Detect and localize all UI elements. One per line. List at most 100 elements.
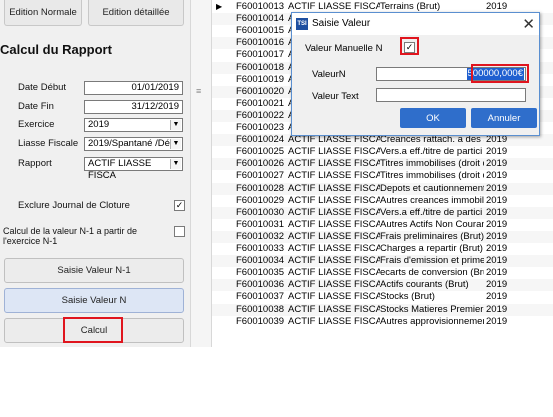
table-row[interactable]: F60010034 ACTIF LIASSE FISCAL Frais d'emis… (212, 255, 553, 268)
dialog-titlebar[interactable]: TSI Saisie Valeur ✕ (292, 13, 539, 35)
grid-cell-type: ACTIF LIASSE FISCAL (288, 243, 380, 254)
grid-cell-year: 2019 (486, 279, 508, 291)
grid-cell-year: 2019 (486, 206, 508, 218)
report-panel: Edition Normale Edition détaillée Calcul… (0, 0, 190, 347)
valeur-text-field[interactable] (376, 88, 526, 102)
table-row[interactable]: F60010027 ACTIF LIASSE FISCAL Titres immob… (212, 170, 553, 182)
saisie-valeur-n1-button[interactable]: Saisie Valeur N-1 (4, 258, 184, 283)
table-row[interactable]: F60010035 ACTIF LIASSE FISCAL ecarts de co… (212, 267, 553, 279)
grid-cell-year: 2019 (486, 267, 508, 279)
table-row[interactable]: F60010026 ACTIF LIASSE FISCAL Titres immob… (212, 158, 553, 171)
valeur-manuelle-label: Valeur Manuelle N (305, 43, 383, 54)
grid-cell-lib: Autres creances immobilis (380, 194, 484, 206)
grid-cell-lib: Depots et cautionnements (380, 182, 484, 194)
grid-cell-lib: Vers.a eff./titre de partici (380, 206, 483, 218)
calcul-n1-label: Calcul de la valeur N-1 a partir de l'ex… (3, 226, 138, 246)
exercice-label: Exercice (18, 119, 55, 130)
table-row[interactable]: F60010031 ACTIF LIASSE FISCAL Autres Actif… (212, 219, 553, 231)
rapport-value: ACTIF LIASSE FISCA (88, 158, 152, 181)
page-title: Calcul du Rapport (0, 42, 112, 57)
edition-detaillee-button[interactable]: Edition détaillée (88, 0, 184, 26)
grid-cell-year: 2019 (486, 170, 508, 182)
valeur-text-label: Valeur Text (312, 91, 359, 102)
table-row[interactable]: F60010033 ACTIF LIASSE FISCAL Charges a re… (212, 243, 553, 255)
date-fin-field[interactable]: 31/12/2019 (84, 100, 183, 114)
grid-cell-type: ACTIF LIASSE FISCAL (288, 206, 380, 218)
table-row[interactable]: F60010038 ACTIF LIASSE FISCAL Stocks Matie… (212, 303, 553, 316)
grid-cell-type: ACTIF LIASSE FISCAL (288, 267, 380, 279)
grid-cell-lib: Titres immobilises (droit d (380, 158, 484, 170)
liasse-label: Liasse Fiscale (18, 138, 79, 149)
checkbox-highlight (400, 37, 419, 55)
annuler-button[interactable]: Annuler (471, 108, 537, 128)
grid-cell-year: 2019 (486, 218, 508, 230)
grid-cell-lib: Titres immobilises (droit d (380, 170, 484, 182)
calcul-highlight (63, 317, 123, 343)
exercice-value: 2019 (88, 119, 110, 130)
saisie-valeur-dialog: TSI Saisie Valeur ✕ Valeur Manuelle N ✓ … (291, 12, 540, 136)
table-row[interactable]: F60010025 ACTIF LIASSE FISCAL Vers.a eff./… (212, 146, 553, 158)
valeur-n-label: ValeurN (312, 69, 346, 80)
table-row[interactable]: F60010030 ACTIF LIASSE FISCAL Vers.a eff./… (212, 206, 553, 219)
grid-cell-year: 2019 (486, 315, 508, 327)
grid-cell-year: 2019 (486, 194, 508, 206)
date-fin-label: Date Fin (18, 101, 54, 112)
grid-cell-lib: Vers.a eff./titre de partici (380, 146, 483, 158)
grid-cell-type: ACTIF LIASSE FISCAL (288, 230, 380, 242)
liasse-select[interactable]: 2019/Spantané /Dép ▼ (84, 137, 183, 151)
dialog-title: Saisie Valeur (312, 18, 371, 29)
table-row[interactable]: F60010029 ACTIF LIASSE FISCAL Autres crean… (212, 195, 553, 207)
close-icon[interactable]: ✕ (522, 15, 535, 33)
grid-cell-year: 2019 (486, 182, 508, 194)
grid-cell-lib: Stocks (Brut) (380, 291, 435, 303)
calcul-n1-checkbox[interactable] (174, 226, 185, 237)
valeur-highlight (471, 64, 529, 83)
app-logo-icon: TSI (296, 18, 308, 30)
grid-cell-lib: ecarts de conversion (Brut (380, 267, 484, 279)
date-debut-label: Date Début (18, 82, 67, 93)
table-row[interactable]: F60010032 ACTIF LIASSE FISCAL Frais prelim… (212, 230, 553, 243)
table-row[interactable]: F60010037 ACTIF LIASSE FISCAL Stocks (Brut… (212, 291, 553, 303)
exercice-select[interactable]: 2019 ▼ (84, 118, 183, 132)
ok-button[interactable]: OK (400, 108, 466, 128)
grid-cell-year: 2019 (486, 158, 508, 170)
grid-cell-type: ACTIF LIASSE FISCAL (288, 218, 380, 230)
grid-cell-type: ACTIF LIASSE FISCAL (288, 158, 380, 170)
splitter[interactable]: ≡ (190, 0, 212, 347)
grid-cell-type: ACTIF LIASSE FISCAL (288, 279, 380, 291)
grid-cell-lib: Autres Actifs Non Courant (380, 218, 484, 230)
table-row[interactable]: F60010028 ACTIF LIASSE FISCAL Depots et ca… (212, 182, 553, 195)
grid-cell-type: ACTIF LIASSE FISCAL (288, 315, 380, 327)
grid-cell-lib: Autres approvisionnements (380, 315, 484, 327)
grid-cell-year: 2019 (486, 291, 508, 303)
exclure-checkbox[interactable]: ✓ (174, 200, 185, 211)
grid-cell-lib: Charges a repartir (Brut) (380, 243, 483, 254)
grid-cell-type: ACTIF LIASSE FISCAL (288, 194, 380, 206)
grid-cell-lib: Stocks Matieres Premiere (380, 303, 484, 315)
grid-cell-lib: Actifs courants (Brut) (380, 279, 469, 291)
rapport-label: Rapport (18, 158, 52, 169)
grid-cell-type: ACTIF LIASSE FISCAL (288, 291, 380, 303)
table-row[interactable]: F60010039 ACTIF LIASSE FISCAL Autres appro… (212, 316, 553, 328)
grid-cell-type: ACTIF LIASSE FISCAL (288, 182, 380, 194)
grid-cell-year: 2019 (486, 255, 508, 267)
grid-cell-type: ACTIF LIASSE FISCAL (288, 255, 380, 267)
table-row[interactable]: F60010036 ACTIF LIASSE FISCAL Actifs coura… (212, 279, 553, 292)
chevron-down-icon[interactable]: ▼ (170, 120, 181, 130)
grid-cell-lib: Frais preliminaires (Brut) (380, 230, 484, 242)
grid-cell-lib: Frais d'emission et primes (380, 255, 484, 267)
chevron-down-icon[interactable]: ▼ (170, 139, 181, 149)
splitter-grip-icon[interactable]: ≡ (196, 86, 206, 96)
chevron-down-icon[interactable]: ▼ (170, 159, 181, 169)
liasse-value: 2019/Spantané /Dép (88, 138, 176, 149)
grid-cell-type: ACTIF LIASSE FISCAL (288, 146, 380, 158)
date-debut-field[interactable]: 01/01/2019 (84, 81, 183, 95)
grid-cell-year: 2019 (486, 243, 508, 254)
grid-cell-year: 2019 (486, 146, 508, 158)
grid-cell-type: ACTIF LIASSE FISCAL (288, 170, 380, 182)
grid-cell-year: 2019 (486, 303, 508, 315)
exclure-label: Exclure Journal de Cloture (18, 200, 130, 211)
rapport-select[interactable]: ACTIF LIASSE FISCA ▼ (84, 157, 183, 181)
edition-normale-button[interactable]: Edition Normale (4, 0, 82, 26)
saisie-valeur-n-button[interactable]: Saisie Valeur N (4, 288, 184, 313)
